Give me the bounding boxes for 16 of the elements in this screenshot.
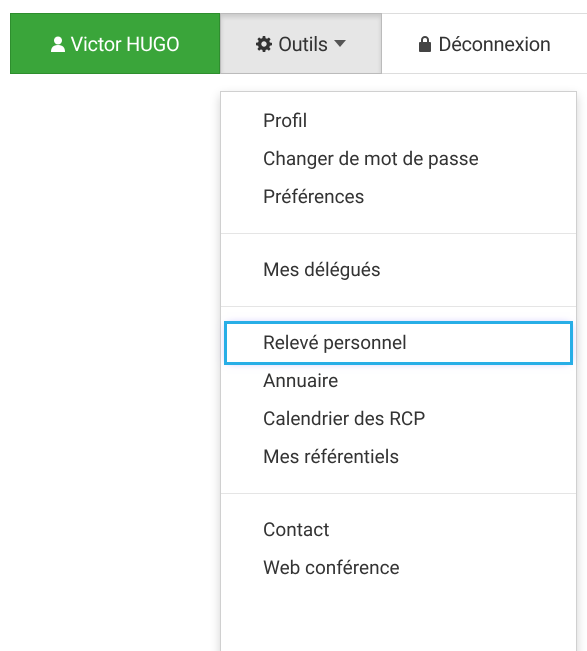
menu-item[interactable]: Changer de mot de passe — [227, 140, 570, 178]
menu-item[interactable]: Préférences — [227, 178, 570, 216]
menu-item[interactable]: Mes délégués — [227, 251, 570, 289]
menu-item[interactable]: Calendrier des RCP — [227, 400, 570, 438]
menu-item[interactable]: Profil — [227, 102, 570, 140]
menu-item[interactable]: Annuaire — [227, 362, 570, 400]
menu-item[interactable]: Mes référentiels — [227, 438, 570, 476]
menu-item[interactable]: Contact — [227, 511, 570, 549]
caret-icon — [334, 40, 346, 47]
user-icon — [50, 36, 65, 52]
lock-icon — [418, 35, 432, 52]
gear-icon — [256, 36, 272, 52]
menu-item[interactable]: Relevé personnel — [227, 324, 570, 362]
menu-item[interactable]: Web conférence — [227, 549, 570, 587]
tools-menu-button[interactable]: Outils — [220, 13, 382, 74]
logout-button[interactable]: Déconnexion — [382, 13, 587, 74]
